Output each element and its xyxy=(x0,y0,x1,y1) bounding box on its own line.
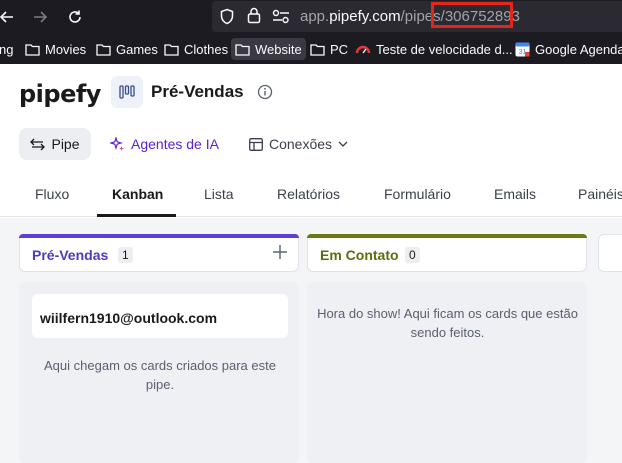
phase-header-next xyxy=(598,234,622,272)
info-icon[interactable] xyxy=(257,84,273,105)
phase-header-em-contato: Em Contato 0 xyxy=(307,234,587,272)
back-arrow-icon xyxy=(0,11,13,23)
phase-card-count: 0 xyxy=(405,247,420,263)
bookmark-folder-ng[interactable]: ng xyxy=(0,38,17,60)
bookmark-speedtest[interactable]: Teste de velocidade d... xyxy=(351,38,517,60)
bookmark-folder-website[interactable]: Website xyxy=(231,38,306,60)
forward-arrow-icon xyxy=(34,11,48,23)
chevron-down-icon xyxy=(338,141,348,147)
table-icon xyxy=(249,137,263,151)
bookmark-folder-movies[interactable]: Movies xyxy=(21,38,90,60)
pipe-button[interactable]: Pipe xyxy=(19,128,91,160)
folder-icon xyxy=(310,43,325,56)
phase-description: Aqui chegam os cards criados para este p… xyxy=(44,358,276,392)
phase-card-count: 1 xyxy=(118,247,133,263)
kanban-card[interactable]: wiilfern1910@outlook.com xyxy=(32,294,288,338)
phase-header-pre-vendas: Pré-Vendas 1 xyxy=(19,234,299,272)
pipe-kanban-icon xyxy=(111,76,143,108)
browser-toolbar: app.pipefy.com/pipes/306752893 xyxy=(0,0,622,34)
reload-icon xyxy=(69,10,81,23)
pipe-id-highlight xyxy=(431,2,513,28)
address-bar[interactable]: app.pipefy.com/pipes/306752893 xyxy=(212,1,622,32)
tab-paineis[interactable]: Painéis xyxy=(578,186,622,202)
pipefy-logo[interactable]: pipefy xyxy=(19,80,101,108)
shield-icon xyxy=(220,8,234,25)
svg-text:31: 31 xyxy=(519,49,527,56)
folder-icon xyxy=(96,43,111,56)
phase-description: Hora do show! Aqui ficam os cards que es… xyxy=(317,306,578,340)
folder-icon xyxy=(235,43,250,56)
folder-icon xyxy=(164,43,179,56)
swap-arrows-icon xyxy=(30,138,46,150)
site-permissions-icon xyxy=(272,9,289,24)
tab-fluxo[interactable]: Fluxo xyxy=(35,186,69,202)
tab-relatorios[interactable]: Relatórios xyxy=(277,186,340,202)
phase-color-bar xyxy=(19,234,299,238)
active-tab-indicator xyxy=(97,214,176,217)
tab-lista[interactable]: Lista xyxy=(204,186,234,202)
tab-emails[interactable]: Emails xyxy=(494,186,536,202)
add-card-icon[interactable] xyxy=(272,244,288,260)
bookmark-folder-clothes[interactable]: Clothes xyxy=(160,38,232,60)
view-tabs: Fluxo Kanban Lista Relatórios Formulário… xyxy=(0,172,622,217)
lock-icon xyxy=(247,7,261,24)
tab-kanban[interactable]: Kanban xyxy=(112,186,163,202)
reload-button[interactable] xyxy=(62,4,88,30)
tab-formulario[interactable]: Formulário xyxy=(384,186,451,202)
ai-agents-button[interactable]: Agentes de IA xyxy=(110,136,219,152)
bookmark-folder-games[interactable]: Games xyxy=(92,38,162,60)
phase-color-bar xyxy=(307,234,587,238)
speedometer-icon xyxy=(355,45,371,54)
google-calendar-icon: 31 xyxy=(515,42,530,56)
forward-button[interactable] xyxy=(27,4,53,30)
bookmark-folder-pc[interactable]: PC xyxy=(306,38,352,60)
back-button[interactable] xyxy=(0,4,20,30)
phase-title: Pré-Vendas xyxy=(32,247,109,263)
connections-button[interactable]: Conexões xyxy=(249,136,348,152)
card-title: wiilfern1910@outlook.com xyxy=(40,310,218,326)
phase-title: Em Contato xyxy=(320,247,399,263)
pipe-title: Pré-Vendas xyxy=(151,82,244,101)
sparkle-icon xyxy=(110,136,124,151)
bookmarks-bar: ng Movies Games Clothes Website PC Teste… xyxy=(0,34,622,64)
bookmark-google-calendar[interactable]: 31 Google Agenda xyxy=(511,38,622,60)
folder-icon xyxy=(25,43,40,56)
